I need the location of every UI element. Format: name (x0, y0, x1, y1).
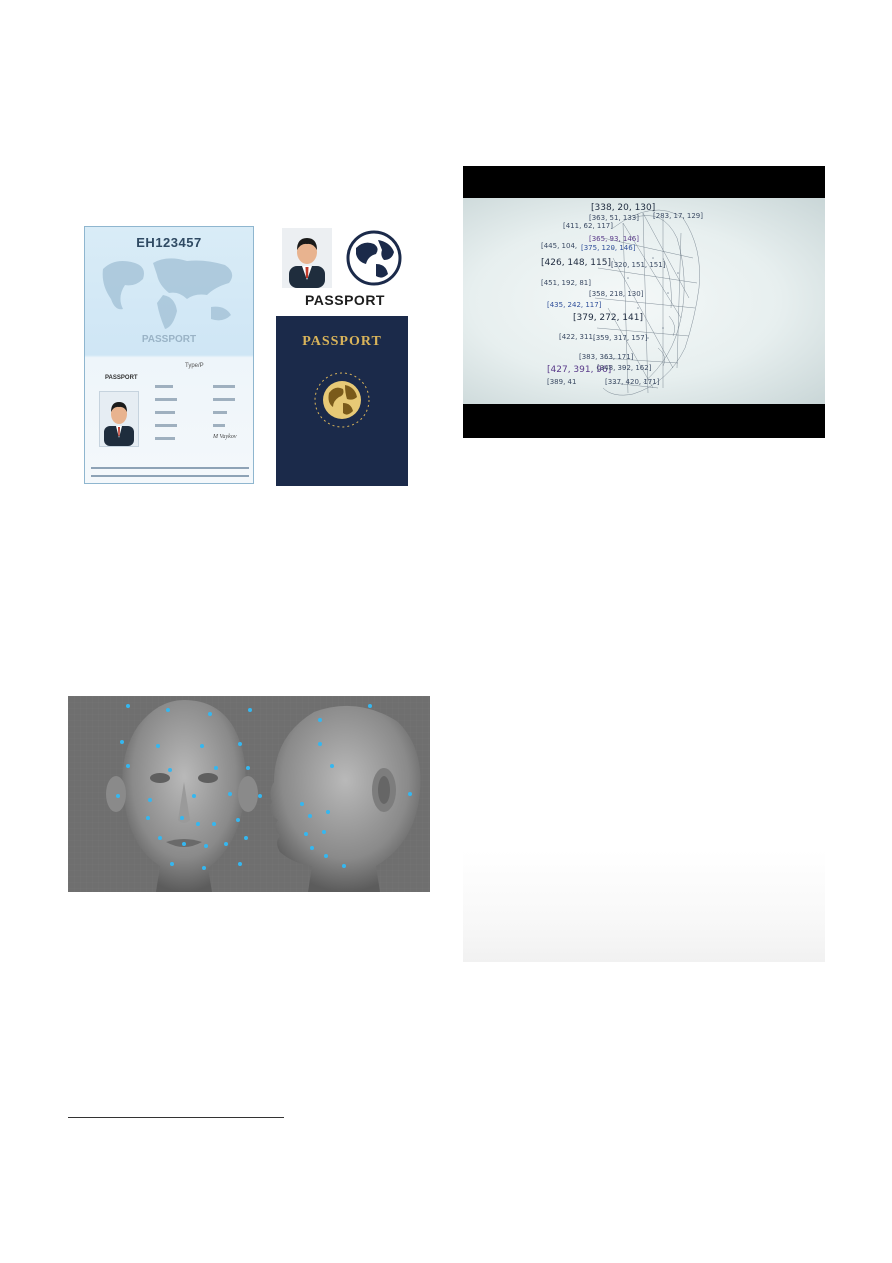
landmark-dot (244, 836, 248, 840)
coordinate-label: [338, 20, 130] (591, 203, 656, 213)
face-landmark-image (68, 696, 430, 892)
coordinate-label: [435, 242, 117] (547, 301, 602, 309)
landmark-dot (258, 794, 262, 798)
passport-signature: M Vaykov (213, 434, 237, 440)
mrz-line (91, 475, 249, 477)
coordinate-label: [358, 218, 130] (589, 290, 644, 298)
face-mesh-canvas: [338, 20, 130] [283, 17, 129] [363, 51, … (463, 198, 825, 404)
world-map-icon (102, 258, 233, 329)
landmark-dot (214, 766, 218, 770)
coordinate-label: [411, 62, 117] (563, 222, 613, 230)
coordinate-label: [365, 93, 146] (589, 235, 639, 243)
landmark-dot (202, 866, 206, 870)
landmark-dot (310, 846, 314, 850)
landmark-dot (408, 792, 412, 796)
landmark-dot (168, 768, 172, 772)
landmark-dot (318, 718, 322, 722)
landmark-dot (148, 798, 152, 802)
landmark-dot (322, 830, 326, 834)
coordinate-label: [375, 120, 146] (581, 244, 636, 252)
coordinate-label: [363, 51, 133] (589, 214, 639, 222)
landmark-dot (200, 744, 204, 748)
coordinate-label: [283, 17, 129] (653, 212, 703, 220)
passport-type-label: Type/P (185, 363, 204, 369)
landmark-dot (170, 862, 174, 866)
landmark-dot (238, 862, 242, 866)
landmark-dot (224, 842, 228, 846)
landmark-dot (248, 708, 252, 712)
landmark-dot (318, 742, 322, 746)
coordinate-label: [445, 104, (541, 242, 578, 250)
landmark-dot (304, 832, 308, 836)
landmark-dot (192, 794, 196, 798)
passport-photo (99, 391, 139, 447)
landmark-dot (238, 742, 242, 746)
globe-icon (346, 230, 402, 291)
landmark-dot (228, 792, 232, 796)
landmark-dot (204, 844, 208, 848)
coordinate-label: [359, 317, 157] (593, 334, 648, 342)
passport-page-label: PASSPORT (105, 375, 138, 381)
footnote-separator (68, 1117, 284, 1118)
head-render-icon (68, 696, 430, 892)
passport-cover: PASSPORT (276, 316, 408, 486)
coordinate-label: [383, 363, 171] (579, 353, 634, 361)
mrz-line (91, 467, 249, 469)
landmark-dot (196, 822, 200, 826)
landmark-dot (158, 836, 162, 840)
landmark-dot (120, 740, 124, 744)
passport-data-page: EH123457 PASSPORT Type/P PASSPORT M Vayk… (84, 226, 254, 484)
coordinate-label: [337, 420, 171] (605, 378, 660, 386)
coordinate-label: [389, 41 (547, 378, 577, 386)
landmark-dot (166, 708, 170, 712)
wireframe-face-icon (594, 209, 700, 396)
coordinate-label: [451, 192, 81] (541, 279, 591, 287)
landmark-dot (116, 794, 120, 798)
landmark-dot (330, 764, 334, 768)
landmark-dot (126, 704, 130, 708)
face-mesh-image: [338, 20, 130] [283, 17, 129] [363, 51, … (463, 166, 825, 438)
landmark-dot (342, 864, 346, 868)
passport-emblem-title: PASSPORT (305, 292, 385, 308)
landmark-dot (212, 822, 216, 826)
landmark-dot (326, 810, 330, 814)
blank-image-frame (463, 850, 825, 962)
landmark-dot (246, 766, 250, 770)
landmark-dot (180, 816, 184, 820)
landmark-dot (308, 814, 312, 818)
coordinate-label: [320, 151, 151] (611, 261, 666, 269)
landmark-dot (208, 712, 212, 716)
person-avatar-icon (104, 402, 134, 446)
passport-cover-title: PASSPORT (302, 334, 382, 349)
coordinate-label: [379, 272, 141] (573, 313, 644, 323)
coordinate-label: [422, 311, (559, 333, 596, 341)
landmark-dot (182, 842, 186, 846)
landmark-dot (368, 704, 372, 708)
landmark-dot (146, 816, 150, 820)
passport-watermark: PASSPORT (141, 334, 197, 345)
passport-number: EH123457 (136, 235, 202, 250)
landmark-dot (300, 802, 304, 806)
passport-illustration: EH123457 PASSPORT Type/P PASSPORT M Vayk… (80, 224, 410, 489)
landmark-dot (236, 818, 240, 822)
coordinate-label: [348, 392, 162] (597, 364, 652, 372)
landmark-dot (126, 764, 130, 768)
businessman-icon (289, 238, 325, 288)
landmark-dot (324, 854, 328, 858)
coordinate-label: [426, 148, 115] (541, 258, 612, 268)
landmark-dot (156, 744, 160, 748)
gold-globe-icon (314, 372, 370, 428)
person-emblem (282, 228, 332, 288)
